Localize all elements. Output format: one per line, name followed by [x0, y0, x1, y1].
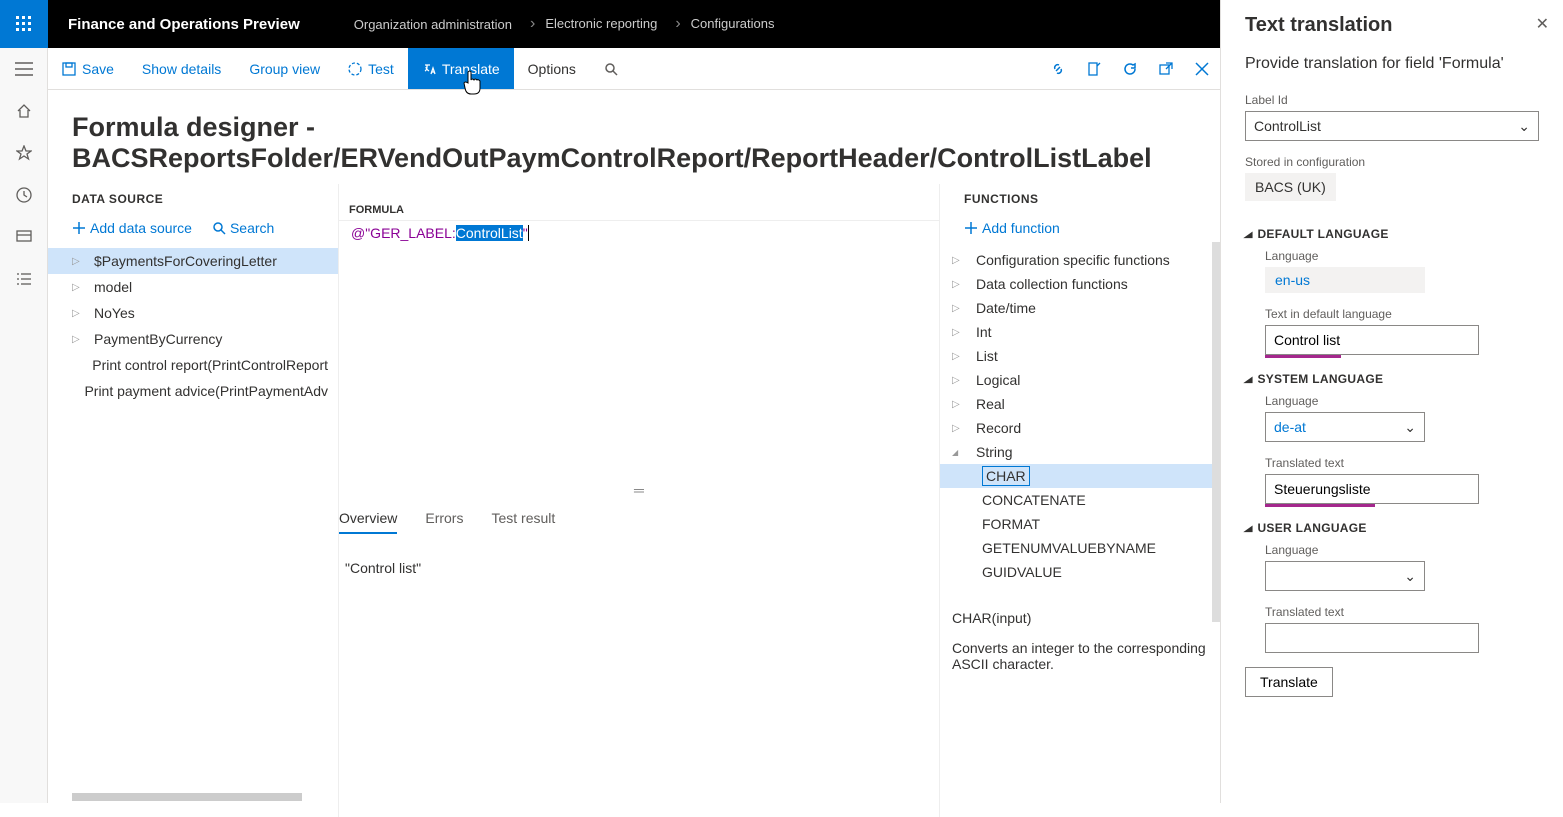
function-item[interactable]: GETENUMVALUEBYNAME: [940, 536, 1220, 560]
chevron-down-icon: ⌄: [1404, 568, 1416, 585]
text-default-input[interactable]: [1265, 325, 1479, 355]
app-title: Finance and Operations Preview: [48, 16, 320, 33]
horizontal-scrollbar[interactable]: [72, 793, 302, 801]
function-group[interactable]: ▷Data collection functions: [940, 272, 1220, 296]
chevron-down-icon: ⌄: [1518, 118, 1530, 135]
function-group[interactable]: ▷Logical: [940, 368, 1220, 392]
test-button[interactable]: Test: [334, 48, 408, 89]
stored-config-value: BACS (UK): [1245, 173, 1336, 201]
translated-text-label: Translated text: [1265, 456, 1539, 470]
user-translated-input[interactable]: [1265, 623, 1479, 653]
save-button[interactable]: Save: [48, 48, 128, 89]
star-icon[interactable]: [0, 132, 48, 174]
hamburger-icon[interactable]: [0, 48, 48, 90]
group-view-button[interactable]: Group view: [235, 48, 334, 89]
attach-icon[interactable]: [1076, 61, 1112, 77]
tab-overview[interactable]: Overview: [339, 510, 397, 534]
breadcrumb: Organization administration Electronic r…: [320, 15, 779, 33]
function-item[interactable]: GUIDVALUE: [940, 560, 1220, 584]
section-default-language[interactable]: DEFAULT LANGUAGE: [1245, 227, 1539, 241]
app-launcher[interactable]: [0, 0, 48, 48]
datasource-item[interactable]: ▷NoYes: [48, 300, 338, 326]
accent-underline: [1265, 504, 1375, 507]
options-button[interactable]: Options: [514, 48, 590, 89]
function-group[interactable]: ◢String: [940, 440, 1220, 464]
page-title: Formula designer - BACSReportsFolder/ERV…: [48, 90, 1220, 184]
show-details-button[interactable]: Show details: [128, 48, 235, 89]
system-lang-dropdown[interactable]: de-at ⌄: [1265, 412, 1425, 442]
search-datasource-button[interactable]: Search: [212, 220, 274, 236]
datasource-item[interactable]: ▷PaymentByCurrency: [48, 326, 338, 352]
label-id-label: Label Id: [1245, 93, 1539, 107]
panel-subtitle: Provide translation for field 'Formula': [1245, 55, 1539, 73]
function-description: Converts an integer to the corresponding…: [940, 626, 1220, 686]
chevron-down-icon: ⌄: [1404, 419, 1416, 436]
add-datasource-button[interactable]: Add data source: [72, 220, 192, 236]
function-signature: CHAR(input): [940, 590, 1220, 626]
translate-submit-button[interactable]: Translate: [1245, 667, 1333, 697]
function-group[interactable]: ▷Int: [940, 320, 1220, 344]
function-group[interactable]: ▷Real: [940, 392, 1220, 416]
section-system-language[interactable]: SYSTEM LANGUAGE: [1245, 372, 1539, 386]
function-item[interactable]: CONCATENATE: [940, 488, 1220, 512]
translate-button[interactable]: Translate: [408, 48, 514, 89]
text-default-label: Text in default language: [1265, 307, 1539, 321]
user-lang-dropdown[interactable]: ⌄: [1265, 561, 1425, 591]
translated-text-input[interactable]: [1265, 474, 1479, 504]
toolbar-search-icon[interactable]: [590, 48, 638, 89]
function-group[interactable]: ▷List: [940, 344, 1220, 368]
section-user-language[interactable]: USER LANGUAGE: [1245, 521, 1539, 535]
breadcrumb-item[interactable]: Electronic reporting: [516, 15, 661, 33]
modules-icon[interactable]: [0, 258, 48, 300]
default-lang-label: Language: [1265, 249, 1539, 263]
overview-value: "Control list": [339, 534, 939, 602]
scrollbar[interactable]: [1212, 242, 1220, 622]
datasource-item[interactable]: Print control report(PrintControlReport: [48, 352, 338, 378]
workspace-icon[interactable]: [0, 216, 48, 258]
clock-icon[interactable]: [0, 174, 48, 216]
default-lang-value[interactable]: en-us: [1265, 267, 1425, 293]
functions-header: FUNCTIONS: [940, 184, 1220, 214]
breadcrumb-item[interactable]: Configurations: [661, 15, 778, 33]
datasource-item[interactable]: ▷$PaymentsForCoveringLetter: [48, 248, 338, 274]
user-lang-label: Language: [1265, 543, 1539, 557]
label-id-dropdown[interactable]: ControlList ⌄: [1245, 111, 1539, 141]
function-item[interactable]: CHAR: [940, 464, 1220, 488]
datasource-header: DATA SOURCE: [48, 184, 338, 214]
tab-errors[interactable]: Errors: [425, 510, 463, 534]
function-item[interactable]: FORMAT: [940, 512, 1220, 536]
stored-config-label: Stored in configuration: [1245, 155, 1539, 169]
system-lang-label: Language: [1265, 394, 1539, 408]
function-group[interactable]: ▷Configuration specific functions: [940, 248, 1220, 272]
close-icon[interactable]: [1184, 62, 1220, 76]
datasource-item[interactable]: ▷model: [48, 274, 338, 300]
tab-test-result[interactable]: Test result: [491, 510, 555, 534]
function-group[interactable]: ▷Date/time: [940, 296, 1220, 320]
link-icon[interactable]: [1040, 61, 1076, 77]
panel-close-icon[interactable]: ✕: [1536, 14, 1549, 34]
formula-label: FORMULA: [339, 184, 939, 220]
home-icon[interactable]: [0, 90, 48, 132]
user-translated-label: Translated text: [1265, 605, 1539, 619]
panel-title: Text translation: [1245, 14, 1539, 37]
splitter-handle[interactable]: ═: [339, 480, 939, 500]
formula-editor[interactable]: @"GER_LABEL:ControlList": [339, 220, 939, 480]
refresh-icon[interactable]: [1112, 61, 1148, 77]
breadcrumb-item[interactable]: Organization administration: [350, 17, 516, 32]
datasource-item[interactable]: Print payment advice(PrintPaymentAdv: [48, 378, 338, 404]
add-function-button[interactable]: Add function: [964, 220, 1060, 236]
function-group[interactable]: ▷Record: [940, 416, 1220, 440]
popout-icon[interactable]: [1148, 61, 1184, 77]
accent-underline: [1265, 355, 1341, 358]
